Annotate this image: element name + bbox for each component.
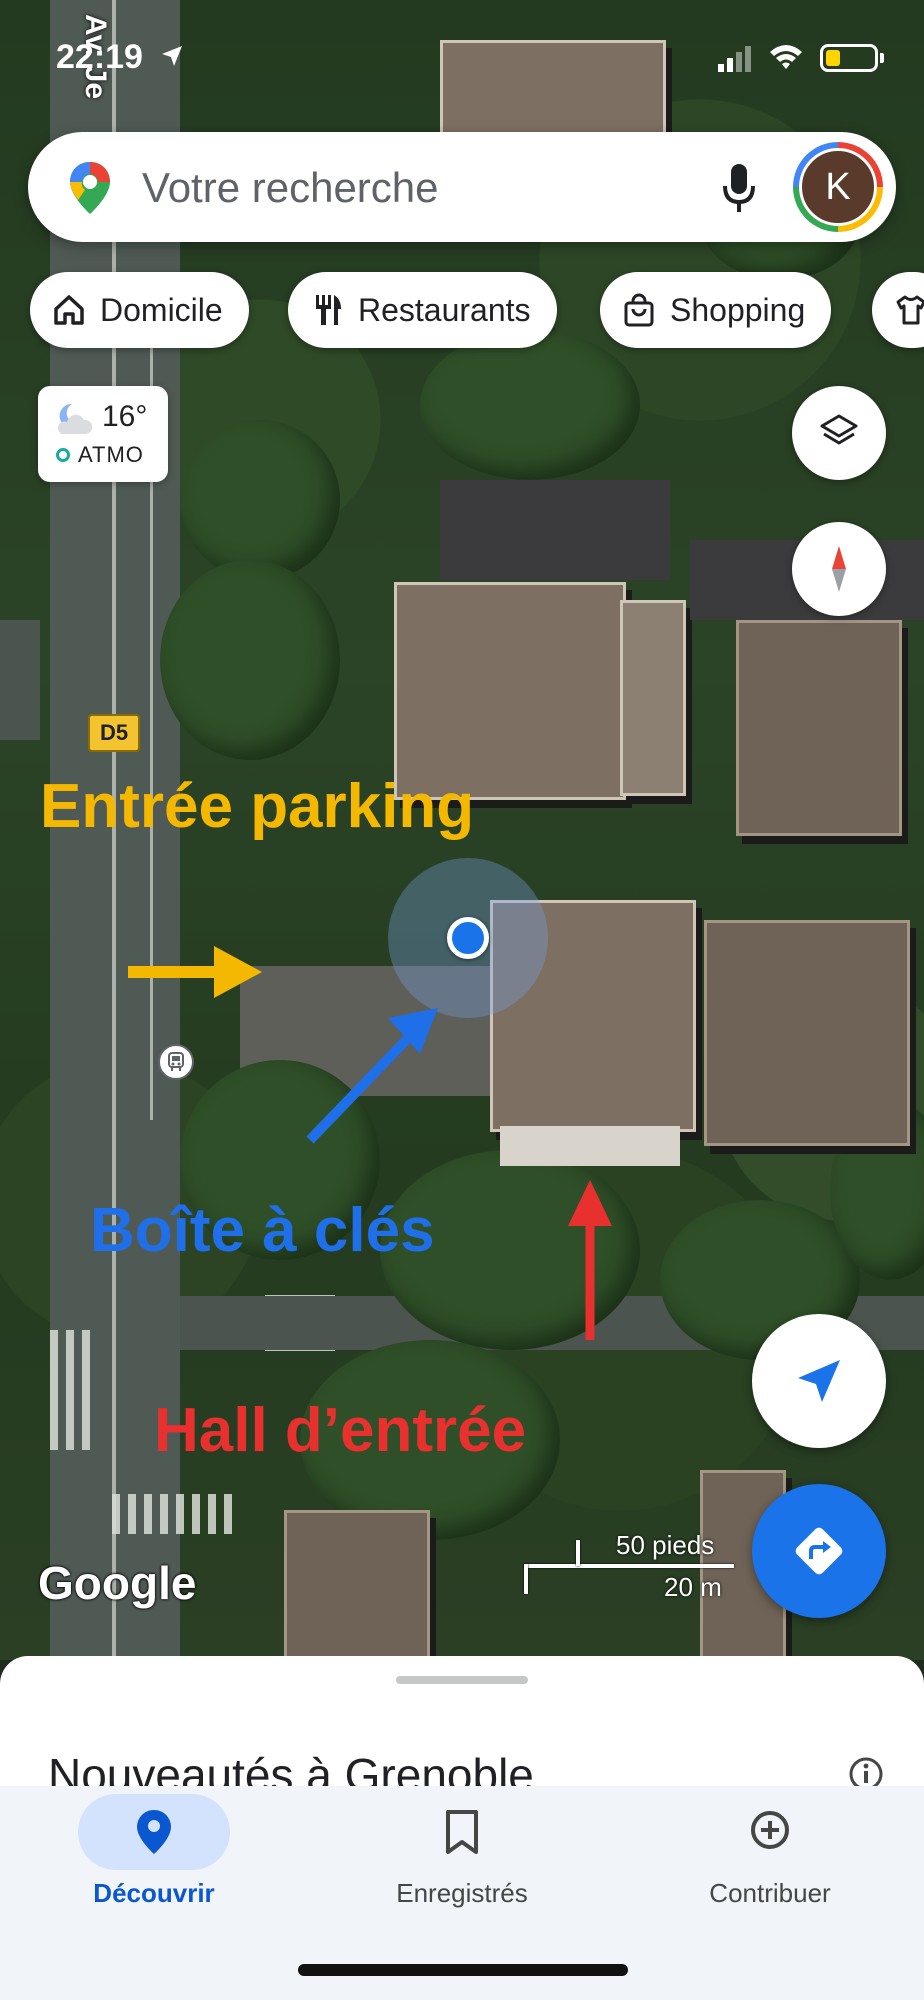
yellow-arrow (128, 946, 262, 998)
location-services-icon (162, 46, 182, 66)
scale-bar-tick (524, 1564, 528, 1594)
my-location-button[interactable] (752, 1314, 886, 1448)
chip-label: Shopping (670, 291, 806, 328)
shirt-icon (896, 295, 924, 325)
restaurant-icon (316, 295, 341, 325)
home-icon (54, 295, 84, 325)
microphone-icon[interactable] (722, 162, 756, 214)
navigation-arrow-icon (798, 1360, 840, 1402)
avatar: K (799, 148, 877, 226)
home-indicator[interactable] (298, 1964, 628, 1976)
account-avatar-button[interactable]: K (793, 142, 883, 232)
shopping-bag-icon (624, 293, 654, 327)
directions-icon (795, 1527, 843, 1575)
air-quality-dot (56, 448, 70, 462)
compass-icon (832, 546, 846, 592)
weather-temperature: 16° (102, 400, 148, 433)
nav-enregistres[interactable]: Enregistrés (308, 1786, 616, 1926)
chip-domicile[interactable]: Domicile (30, 272, 249, 348)
weather-widget[interactable]: 16° ATMO (38, 386, 168, 482)
battery-level (826, 50, 840, 66)
chip-label: Domicile (100, 291, 223, 328)
bookmark-icon (446, 1810, 478, 1854)
chip-shopping[interactable]: Shopping (600, 272, 832, 348)
add-circle-icon (751, 1811, 789, 1849)
layers-icon (820, 414, 858, 445)
blue-arrow (306, 1008, 438, 1144)
explore-pin-icon (137, 1810, 171, 1854)
status-time: 22:19 (56, 38, 143, 76)
directions-button[interactable] (752, 1484, 886, 1618)
scale-feet: 50 pieds (616, 1530, 715, 1560)
layers-button[interactable] (792, 386, 886, 480)
battery-nub (880, 53, 884, 63)
cellular-signal-icon (718, 46, 751, 72)
chip-label: Restaurants (358, 291, 531, 328)
nav-label: Contribuer (709, 1878, 831, 1908)
google-maps-logo-icon (70, 162, 110, 214)
air-quality-label: ATMO (78, 442, 144, 467)
scale-bar (524, 1564, 734, 1568)
status-bar: 22:19 (0, 0, 924, 120)
red-arrow (568, 1180, 612, 1340)
scale-meters: 20 m (664, 1572, 722, 1602)
nav-contribuer[interactable]: Contribuer (616, 1786, 924, 1926)
battery-icon (820, 44, 878, 72)
partly-cloudy-night-icon (58, 403, 93, 434)
search-bar[interactable]: K (28, 132, 896, 242)
nav-label: Découvrir (93, 1878, 215, 1908)
sheet-drag-handle[interactable] (396, 1676, 528, 1684)
scale-bar-tick (576, 1540, 580, 1566)
google-logo: Google (38, 1557, 197, 1609)
chip-restaurants[interactable]: Restaurants (288, 272, 557, 348)
nav-label: Enregistrés (396, 1878, 528, 1908)
nav-decouvrir[interactable]: Découvrir (0, 1786, 308, 1926)
search-input[interactable] (140, 162, 584, 214)
compass-button[interactable] (792, 522, 886, 616)
wifi-icon (770, 45, 802, 69)
